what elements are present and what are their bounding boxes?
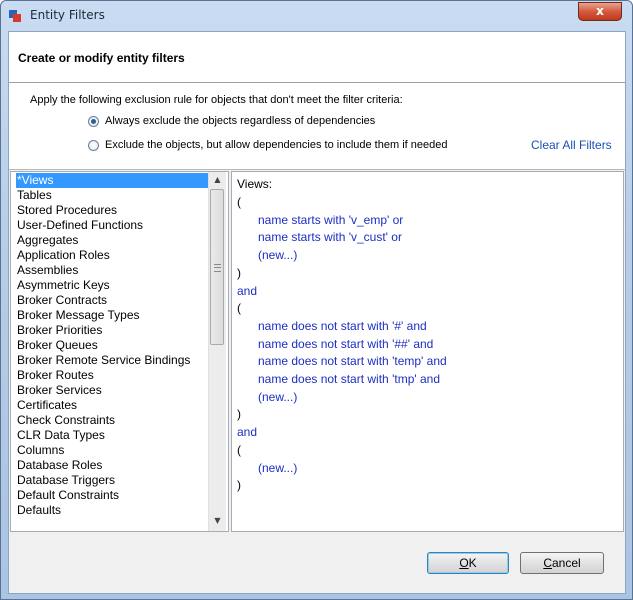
filter-heading: Views: <box>237 177 273 191</box>
filter-condition-line: ) <box>237 478 241 493</box>
filter-condition-line[interactable]: name does not start with '#' and <box>258 318 427 334</box>
object-type-item[interactable]: Broker Contracts <box>17 293 107 308</box>
object-type-item[interactable]: Broker Priorities <box>17 323 102 338</box>
radio-always-exclude[interactable] <box>88 116 99 127</box>
app-icon <box>9 10 22 22</box>
exclusion-rule-panel: Apply the following exclusion rule for o… <box>9 83 625 170</box>
filter-condition-line[interactable]: name starts with 'v_emp' or <box>258 212 403 228</box>
new-condition-link[interactable]: (new...) <box>258 247 297 263</box>
ok-button[interactable]: OK <box>427 552 509 574</box>
filter-definition-pane[interactable]: Views: (name starts with 'v_emp' or name … <box>231 171 624 532</box>
object-type-item[interactable]: Broker Services <box>17 383 102 398</box>
object-type-item[interactable]: Asymmetric Keys <box>17 278 110 293</box>
object-type-item[interactable]: Broker Remote Service Bindings <box>17 353 190 368</box>
title-bar[interactable]: Entity Filters x <box>1 1 632 31</box>
filter-condition-line[interactable]: name does not start with 'tmp' and <box>258 371 440 387</box>
object-type-item[interactable]: Defaults <box>17 503 61 518</box>
object-type-item[interactable]: Certificates <box>17 398 77 413</box>
object-list-scrollbar[interactable]: ▲ ▼ <box>208 172 226 531</box>
object-type-item[interactable]: User-Defined Functions <box>17 218 143 233</box>
filter-condition-line: ( <box>237 301 241 316</box>
filter-condition-line[interactable]: and <box>237 424 257 440</box>
object-type-item[interactable]: CLR Data Types <box>17 428 105 443</box>
object-type-item[interactable]: Database Triggers <box>17 473 115 488</box>
filter-condition-line[interactable]: and <box>237 283 257 299</box>
filter-condition-line: ) <box>237 265 241 280</box>
object-type-item[interactable]: Application Roles <box>17 248 110 263</box>
entity-filters-window: Entity Filters x Create or modify entity… <box>0 0 633 600</box>
object-type-item[interactable]: Tables <box>17 188 52 203</box>
object-type-item[interactable]: Columns <box>17 443 64 458</box>
new-condition-link[interactable]: (new...) <box>258 389 297 405</box>
scroll-thumb[interactable] <box>210 189 224 345</box>
dialog-client-area: Create or modify entity filters Apply th… <box>8 31 626 594</box>
radio-always-exclude-label[interactable]: Always exclude the objects regardless of… <box>105 115 375 127</box>
scroll-up-icon[interactable]: ▲ <box>209 172 226 188</box>
new-condition-link[interactable]: (new...) <box>258 460 297 476</box>
object-type-item[interactable]: Check Constraints <box>17 413 115 428</box>
object-type-item[interactable]: *Views <box>16 173 208 188</box>
dialog-header-title: Create or modify entity filters <box>18 51 185 65</box>
close-button[interactable]: x <box>578 2 622 21</box>
object-type-item[interactable]: Broker Message Types <box>17 308 140 323</box>
filter-condition-line: ) <box>237 407 241 422</box>
filter-condition-line[interactable]: name does not start with 'temp' and <box>258 353 447 369</box>
exclusion-rule-prompt: Apply the following exclusion rule for o… <box>30 94 403 106</box>
object-type-item[interactable]: Database Roles <box>17 458 102 473</box>
object-type-list[interactable]: *Views Tables Stored Procedures User-Define… <box>10 171 229 532</box>
dialog-header: Create or modify entity filters <box>9 32 625 83</box>
radio-allow-dependencies-label[interactable]: Exclude the objects, but allow dependenc… <box>105 139 447 151</box>
object-type-item[interactable]: Default Constraints <box>17 488 119 503</box>
clear-all-filters-link[interactable]: Clear All Filters <box>531 138 612 152</box>
filter-condition-line: ( <box>237 195 241 209</box>
object-type-item[interactable]: Broker Routes <box>17 368 94 383</box>
radio-allow-dependencies[interactable] <box>88 140 99 151</box>
filter-condition-line: ( <box>237 442 241 457</box>
cancel-button[interactable]: Cancel <box>520 552 604 574</box>
filter-condition-line[interactable]: name starts with 'v_cust' or <box>258 229 402 245</box>
object-type-item[interactable]: Assemblies <box>17 263 78 278</box>
object-type-item[interactable]: Aggregates <box>17 233 78 248</box>
filter-condition-line[interactable]: name does not start with '##' and <box>258 336 433 352</box>
object-type-item[interactable]: Broker Queues <box>17 338 98 353</box>
object-type-item[interactable]: Stored Procedures <box>17 203 117 218</box>
scroll-down-icon[interactable]: ▼ <box>209 513 226 529</box>
window-title: Entity Filters <box>30 8 105 22</box>
